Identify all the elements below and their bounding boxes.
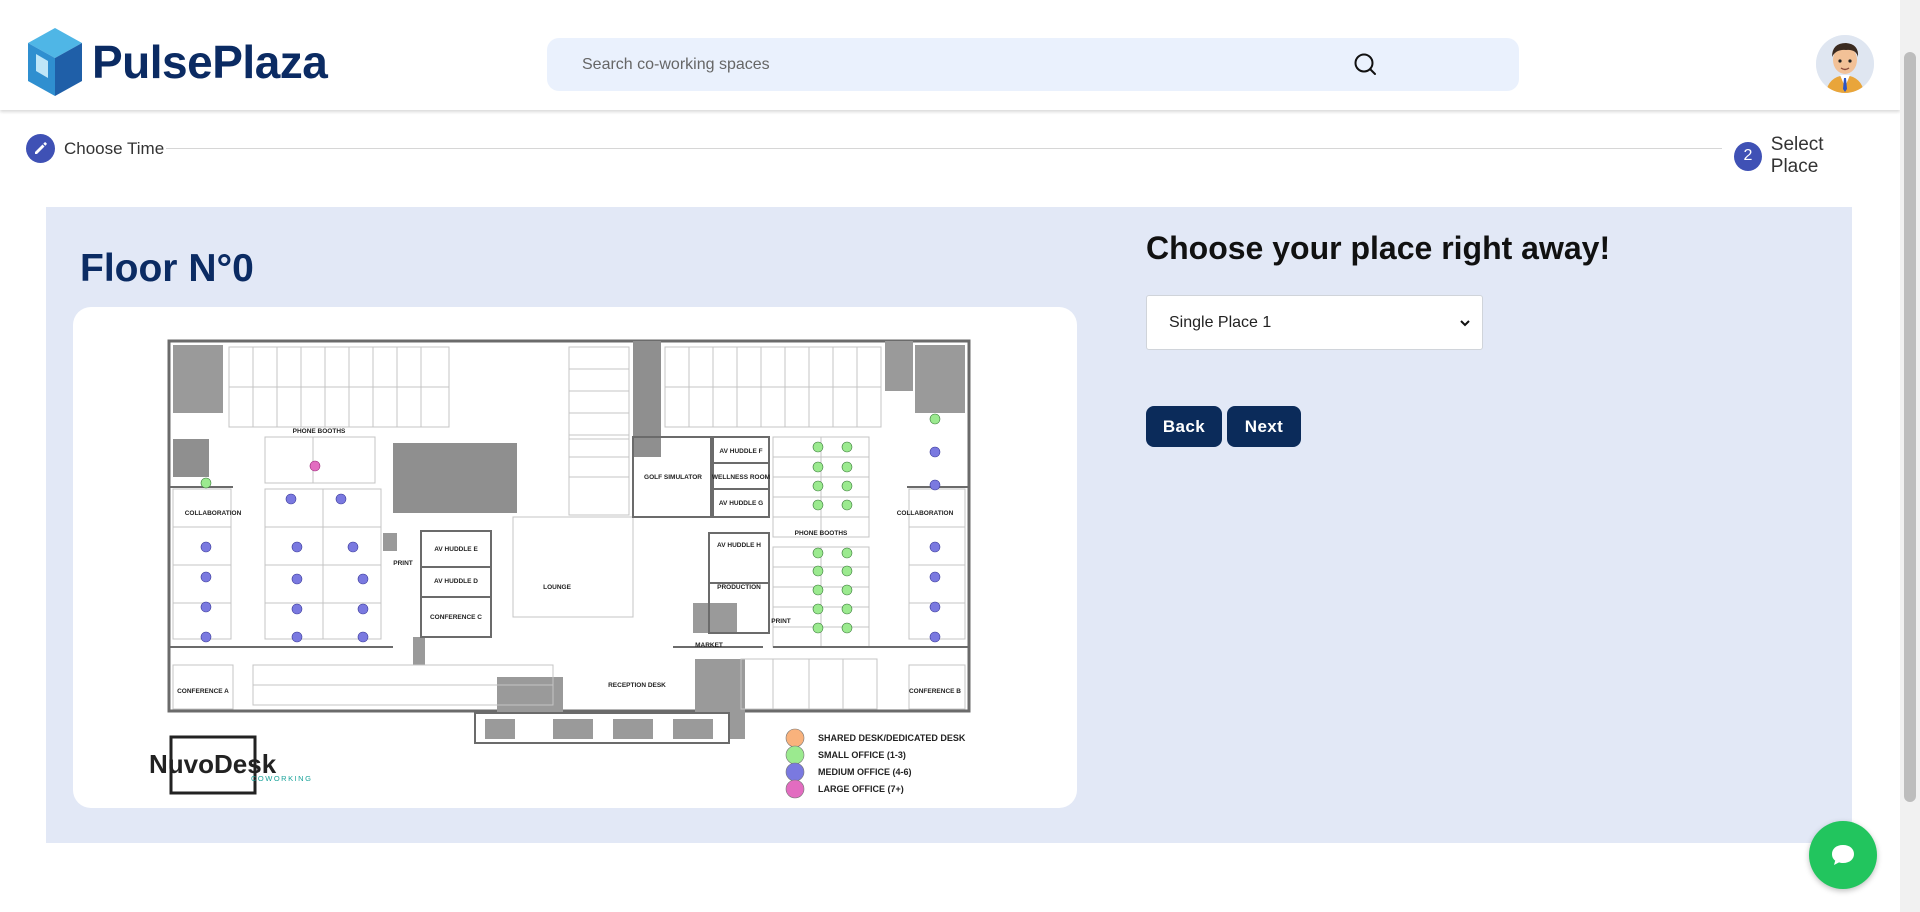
plan-label-collaboration-left: COLLABORATION [185, 510, 242, 517]
choose-place-heading: Choose your place right away! [1146, 230, 1611, 266]
back-button[interactable]: Back [1146, 406, 1222, 447]
plan-label-lounge: LOUNGE [543, 584, 571, 591]
plan-label-conf-a: CONFERENCE A [177, 688, 229, 695]
plan-label-av-h: AV HUDDLE H [717, 542, 761, 549]
plan-label-av-e: AV HUDDLE E [434, 546, 478, 553]
floor-plan-card: PHONE BOOTHS COLLABORATION COLLABORATION… [73, 307, 1077, 808]
step-2-label: Select Place [1770, 134, 1824, 177]
avatar-icon [1816, 35, 1874, 93]
legend-label-large: LARGE OFFICE (7+) [818, 784, 904, 794]
step-select-place[interactable]: 2 Select Place [1734, 134, 1872, 178]
plan-label-market: MARKET [695, 642, 723, 649]
plan-label-print-left: PRINT [393, 560, 413, 567]
plan-label-golf: GOLF SIMULATOR [644, 474, 702, 481]
step-1-label: Choose Time [64, 138, 165, 158]
floor-plan-map[interactable]: PHONE BOOTHS COLLABORATION COLLABORATION… [73, 307, 1077, 808]
plan-label-conf-c: CONFERENCE C [430, 614, 482, 621]
next-button[interactable]: Next [1227, 406, 1301, 447]
place-select[interactable]: Single Place 1 [1146, 295, 1483, 350]
stepper-connector [166, 148, 1722, 149]
legend-label-small: SMALL OFFICE (1-3) [818, 750, 906, 760]
plan-label-av-f: AV HUDDLE F [719, 448, 762, 455]
plan-label-conf-b: CONFERENCE B [909, 688, 961, 695]
booking-stepper: Choose Time 2 Select Place [26, 134, 1872, 177]
legend-swatch-medium [785, 762, 805, 782]
legend-label-medium: MEDIUM OFFICE (4-6) [818, 767, 912, 777]
place-dropdown[interactable]: Single Place 1 [1147, 296, 1482, 349]
legend-swatch-shared [785, 728, 805, 748]
plan-label-av-d: AV HUDDLE D [434, 578, 478, 585]
plan-label-phone-booths-right: PHONE BOOTHS [795, 530, 848, 537]
plan-label-collaboration-right: COLLABORATION [897, 510, 954, 517]
search-input[interactable] [582, 38, 1442, 91]
plan-label-phone-booths-left: PHONE BOOTHS [293, 428, 346, 435]
brand-name: PulsePlaza [92, 36, 328, 88]
user-avatar[interactable] [1816, 35, 1874, 93]
brand-logo[interactable]: PulsePlaza [26, 26, 328, 98]
scrollbar-thumb[interactable] [1904, 52, 1916, 802]
floor-title: Floor N°0 [80, 247, 254, 290]
plan-label-reception: RECEPTION DESK [608, 682, 666, 689]
pencil-icon [35, 142, 47, 154]
plan-label-print-right: PRINT [771, 618, 791, 625]
legend-label-shared: SHARED DESK/DEDICATED DESK [818, 733, 966, 743]
chat-button[interactable] [1809, 821, 1877, 889]
chat-bubble-icon [1832, 845, 1854, 865]
cube-logo-icon [28, 28, 82, 96]
step-2-circle: 2 [1734, 141, 1762, 171]
top-header: PulsePlaza [0, 0, 1900, 110]
page: PulsePlaza Search co-working spaces Choo… [0, 0, 1920, 912]
step-1-circle [26, 134, 55, 163]
legend-swatch-large [785, 779, 805, 799]
nuvodesk-logo: NuvoDesk COWORKING [149, 735, 312, 795]
nuvodesk-sub-text: COWORKING [251, 774, 312, 783]
plan-label-production: PRODUCTION [717, 584, 761, 591]
place-selection-panel: Floor N°0 PHONE BOOTHS COLLABORATION COL… [46, 207, 1852, 843]
plan-label-av-g: AV HUDDLE G [719, 500, 763, 507]
plan-label-wellness: WELLNESS ROOM [712, 474, 770, 481]
search-bar[interactable] [547, 38, 1519, 91]
search-icon[interactable] [1353, 52, 1379, 78]
legend-swatch-small [785, 745, 805, 765]
plan-legend: SHARED DESK/DEDICATED DESK SMALL OFFICE … [785, 728, 966, 799]
step-choose-time[interactable]: Choose Time [26, 134, 164, 163]
page-scrollbar[interactable] [1900, 0, 1920, 912]
